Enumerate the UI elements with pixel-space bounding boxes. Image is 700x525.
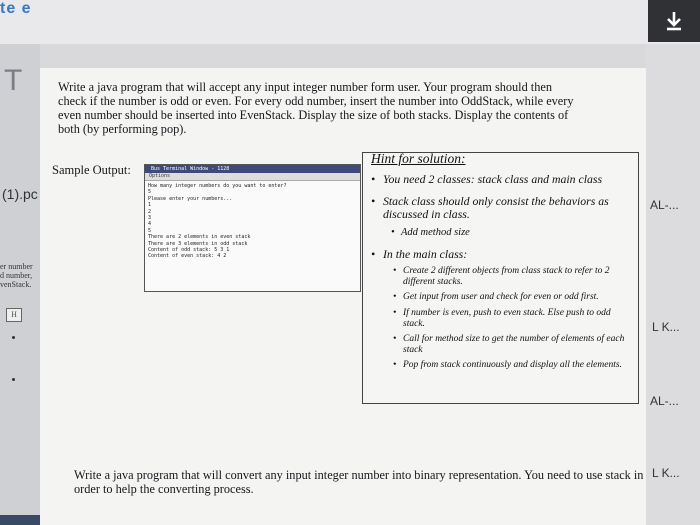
hint-sub-bullet: • Get input from user and check for even …	[393, 292, 599, 302]
sample-output-label: Sample Output:	[52, 163, 131, 177]
logo-fragment: te e	[0, 0, 32, 17]
editor-icon[interactable]: H	[6, 308, 22, 322]
file-tab[interactable]: (1).pc	[2, 186, 38, 202]
hint-bullet-text: You need 2 classes: stack class and main…	[383, 172, 603, 186]
right-label[interactable]: L K...	[652, 466, 680, 480]
snippet-line: er number	[0, 262, 33, 271]
hint-sub-text: If number is even, push to even stack. E…	[403, 308, 611, 329]
sample-console-window: Bus Terminal Window - 1128 Options How m…	[144, 164, 361, 292]
hint-bullet: • In the main class:	[371, 247, 468, 261]
question-2-text: Write a java program that will convert a…	[74, 468, 644, 496]
hint-sub-text: Create 2 different objects from class st…	[403, 266, 610, 287]
hint-sub-bullet: • If number is even, push to even stack. …	[393, 308, 611, 329]
hint-bullet-text: Stack class should only consist the beha…	[383, 194, 609, 221]
console-body: How many integer numbers do you want to …	[145, 181, 360, 260]
hint-sub-bullet: • Create 2 different objects from class s…	[393, 266, 610, 287]
bottom-left-strip	[0, 515, 40, 525]
download-button[interactable]	[648, 0, 700, 42]
hint-sub-bullet: • Add method size	[391, 227, 470, 238]
console-title: Bus Terminal Window - 1128	[145, 165, 360, 173]
hint-box: Hint for solution: • You need 2 classes: …	[362, 151, 639, 404]
hint-sub-text: Call for method size to get the number o…	[403, 334, 625, 355]
snippet-line: venStack.	[0, 280, 32, 289]
hint-bullet: • You need 2 classes: stack class and mai…	[371, 172, 603, 186]
right-label[interactable]: AL-...	[650, 198, 679, 212]
hint-bullet: • Stack class should only consist the be…	[371, 195, 626, 220]
console-menu: Options	[145, 173, 360, 181]
logo-letter: T	[4, 64, 23, 97]
bullet-dot	[12, 336, 15, 339]
bullet-dot	[12, 378, 15, 381]
right-label[interactable]: AL-...	[650, 394, 679, 408]
hint-sub-bullet: • Call for method size to get the number …	[393, 334, 625, 355]
hint-bullet-text: In the main class:	[383, 247, 468, 261]
snippet-line: d number,	[0, 271, 33, 280]
console-line: Content of even stack: 4 2	[148, 253, 227, 260]
left-snippet: er number d number, venStack.	[0, 262, 33, 289]
question-1-text: Write a java program that will accept an…	[58, 80, 574, 136]
hint-sub-text: Get input from user and check for even o…	[403, 292, 599, 302]
hint-sub-bullet: • Pop from stack continuously and display…	[393, 360, 622, 370]
download-arrow-icon	[667, 12, 681, 31]
hint-title: Hint for solution:	[371, 151, 466, 166]
right-panel	[646, 44, 700, 525]
hint-sub-text: Add method size	[401, 227, 470, 238]
top-bar: te e	[0, 0, 700, 44]
hint-sub-text: Pop from stack continuously and display …	[403, 360, 622, 370]
right-label[interactable]: L K...	[652, 320, 680, 334]
